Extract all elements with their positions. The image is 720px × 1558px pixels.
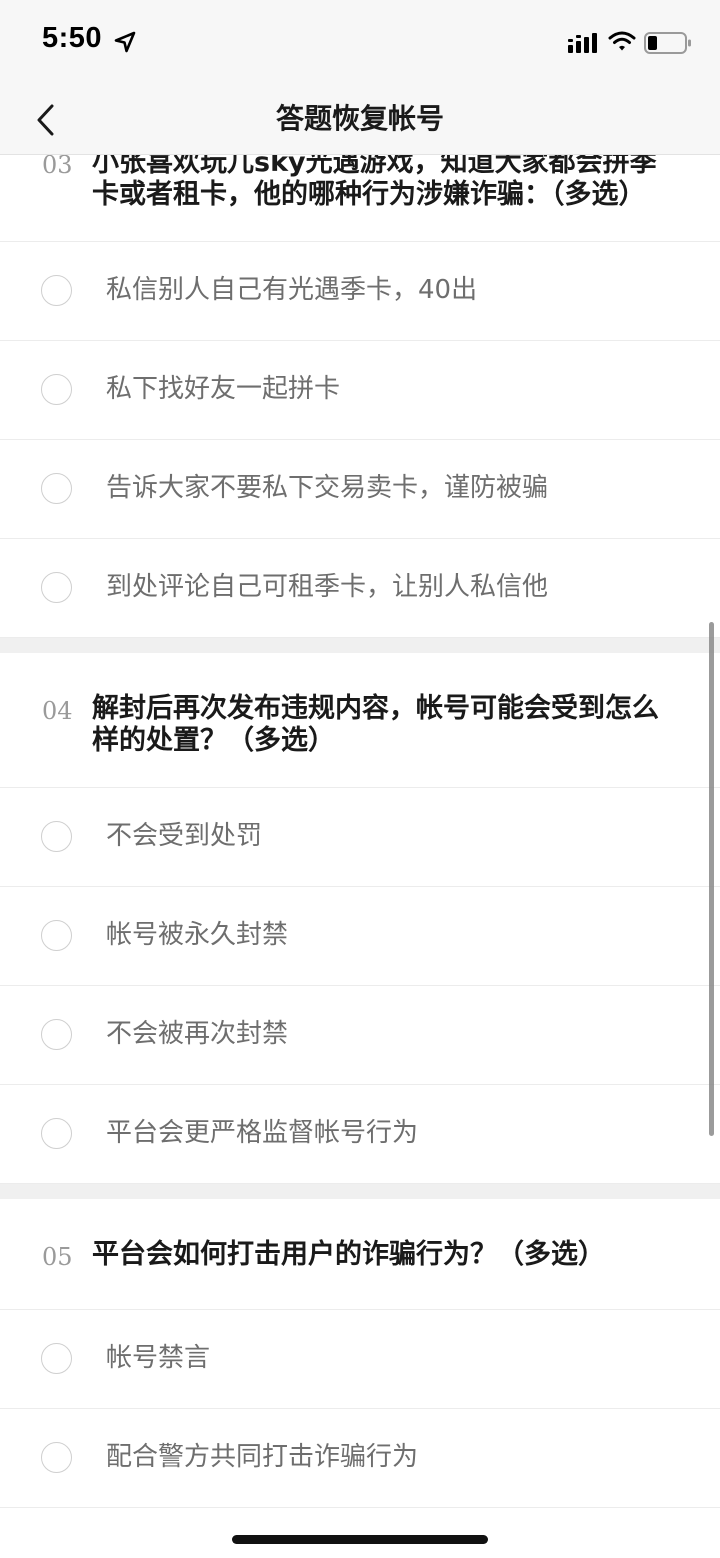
wifi-icon: [608, 30, 636, 52]
battery-icon: [644, 31, 692, 55]
question-header: 04 解封后再次发布违规内容，帐号可能会受到怎么样的处置？（多选）: [0, 653, 720, 788]
section-divider: [0, 638, 720, 653]
nav-bar: 答题恢复帐号: [0, 86, 720, 155]
option-label: 不会被再次封禁: [106, 1019, 289, 1049]
status-bar: 5:50: [0, 0, 720, 86]
option-item[interactable]: 到处评论自己可租季卡，让别人私信他: [0, 539, 720, 638]
option-item[interactable]: 平台会更严格监督帐号行为: [0, 1085, 720, 1184]
option-label: 不会受到处罚: [106, 821, 263, 851]
option-item[interactable]: 帐号禁言: [0, 1310, 720, 1409]
page-title: 答题恢复帐号: [275, 102, 444, 135]
screen: 5:50 答题恢复帐号 03 小张喜欢玩儿sky光遇游戏，知道大家都会拼季卡或者…: [0, 0, 720, 1558]
question-number: 05: [42, 1243, 73, 1271]
option-label: 平台会更严格监督帐号行为: [106, 1118, 419, 1148]
question-number: 03: [42, 155, 73, 179]
option-item[interactable]: 不会受到处罚: [0, 788, 720, 887]
checkbox-circle-icon[interactable]: [41, 920, 72, 951]
checkbox-circle-icon[interactable]: [41, 374, 72, 405]
status-time: 5:50: [42, 22, 103, 54]
question-header: 03 小张喜欢玩儿sky光遇游戏，知道大家都会拼季卡或者租卡，他的哪种行为涉嫌诈…: [0, 155, 720, 242]
question-text: 解封后再次发布违规内容，帐号可能会受到怎么样的处置？（多选）: [92, 693, 659, 756]
option-label: 帐号禁言: [106, 1343, 211, 1373]
question-list[interactable]: 03 小张喜欢玩儿sky光遇游戏，知道大家都会拼季卡或者租卡，他的哪种行为涉嫌诈…: [0, 155, 720, 1558]
home-indicator[interactable]: [232, 1535, 488, 1544]
option-item[interactable]: 不会被再次封禁: [0, 986, 720, 1085]
question-header: 05 平台会如何打击用户的诈骗行为？（多选）: [0, 1199, 720, 1310]
checkbox-circle-icon[interactable]: [41, 821, 72, 852]
question-04: 04 解封后再次发布违规内容，帐号可能会受到怎么样的处置？（多选） 不会受到处罚…: [0, 653, 720, 1184]
checkbox-circle-icon[interactable]: [41, 572, 72, 603]
question-05: 05 平台会如何打击用户的诈骗行为？（多选） 帐号禁言 配合警方共同打击诈骗行为: [0, 1199, 720, 1508]
section-divider: [0, 1184, 720, 1199]
checkbox-circle-icon[interactable]: [41, 473, 72, 504]
cellular-signal-icon: [568, 32, 600, 54]
option-label: 到处评论自己可租季卡，让别人私信他: [106, 572, 549, 602]
option-item[interactable]: 帐号被永久封禁: [0, 887, 720, 986]
question-text: 小张喜欢玩儿sky光遇游戏，知道大家都会拼季卡或者租卡，他的哪种行为涉嫌诈骗：（…: [92, 155, 657, 210]
checkbox-circle-icon[interactable]: [41, 1442, 72, 1473]
option-label: 私下找好友一起拼卡: [106, 374, 341, 404]
location-arrow-icon: [114, 31, 136, 53]
option-item[interactable]: 私下找好友一起拼卡: [0, 341, 720, 440]
option-item[interactable]: 告诉大家不要私下交易卖卡，谨防被骗: [0, 440, 720, 539]
question-number: 04: [42, 697, 73, 725]
option-label: 帐号被永久封禁: [106, 920, 289, 950]
question-03: 03 小张喜欢玩儿sky光遇游戏，知道大家都会拼季卡或者租卡，他的哪种行为涉嫌诈…: [0, 155, 720, 638]
question-text: 平台会如何打击用户的诈骗行为？（多选）: [92, 1239, 605, 1270]
checkbox-circle-icon[interactable]: [41, 1118, 72, 1149]
option-label: 配合警方共同打击诈骗行为: [106, 1442, 419, 1472]
checkbox-circle-icon[interactable]: [41, 275, 72, 306]
option-label: 告诉大家不要私下交易卖卡，谨防被骗: [106, 473, 549, 503]
checkbox-circle-icon[interactable]: [41, 1343, 72, 1374]
checkbox-circle-icon[interactable]: [41, 1019, 72, 1050]
option-label: 私信别人自己有光遇季卡，40出: [106, 275, 478, 305]
option-item[interactable]: 私信别人自己有光遇季卡，40出: [0, 242, 720, 341]
scrollbar[interactable]: [709, 622, 714, 1136]
option-item[interactable]: 配合警方共同打击诈骗行为: [0, 1409, 720, 1508]
